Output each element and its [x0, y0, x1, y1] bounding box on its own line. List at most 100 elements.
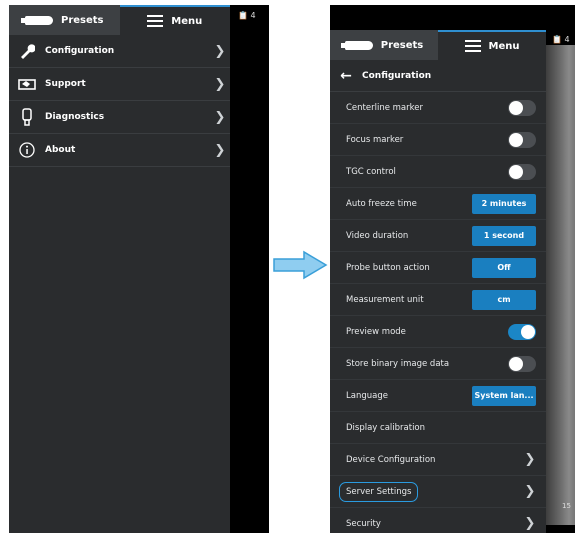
probe-icon [20, 15, 53, 25]
tab-presets-label: Presets [60, 14, 104, 26]
scanner-badge: 4 [250, 11, 256, 20]
setting-label-wrap: Auto freeze time [346, 199, 472, 209]
left-screen: Presets Menu Configuration ❯ Support ❯ D… [9, 5, 269, 533]
setting-label-wrap: Server Settings [339, 481, 520, 502]
probe-outline-icon [9, 108, 45, 126]
setting-row-tgc-control[interactable]: TGC control [330, 156, 546, 188]
wrench-icon [9, 43, 45, 59]
setting-row-security[interactable]: Security ❯ [330, 508, 546, 533]
setting-label-wrap: Measurement unit [346, 295, 472, 305]
chevron-right-icon: ❯ [524, 484, 536, 499]
setting-row-auto-freeze-time[interactable]: Auto freeze time 2 minutes [330, 188, 546, 220]
probe-icon [340, 40, 373, 50]
tab-menu[interactable]: Menu [119, 5, 230, 35]
scanner-badge: 4 [564, 35, 570, 44]
toggle-switch[interactable] [508, 99, 536, 116]
chevron-right-icon: ❯ [214, 76, 226, 92]
setting-row-store-binary-image-data[interactable]: Store binary image data [330, 348, 546, 380]
value-button[interactable]: Off [472, 257, 536, 278]
setting-label-wrap: Device Configuration [346, 455, 520, 465]
value-button[interactable]: cm [472, 289, 536, 310]
setting-label-wrap: Focus marker [346, 135, 508, 145]
right-screen: 📋 4 Presets Menu ← Configuration Centerl… [330, 5, 575, 533]
toggle-switch[interactable] [508, 323, 536, 340]
setting-label-wrap: Display calibration [346, 423, 546, 433]
setting-label-wrap: TGC control [346, 167, 508, 177]
tab-menu-label: Menu [171, 15, 203, 27]
tab-menu[interactable]: Menu [438, 30, 546, 60]
configuration-panel: Presets Menu ← Configuration Centerline … [330, 30, 546, 533]
chevron-right-icon: ❯ [214, 109, 226, 125]
setting-row-server-settings[interactable]: Server Settings ❯ [330, 476, 546, 508]
setting-row-device-configuration[interactable]: Device Configuration ❯ [330, 444, 546, 476]
setting-label-wrap: Security [346, 519, 520, 529]
hamburger-icon [464, 40, 481, 52]
setting-row-video-duration[interactable]: Video duration 1 second [330, 220, 546, 252]
setting-row-measurement-unit[interactable]: Measurement unit cm [330, 284, 546, 316]
setting-label: Language [346, 390, 388, 401]
scanner-indicator: 📋 4 [552, 35, 570, 44]
setting-label: Server Settings [339, 481, 419, 502]
setting-label: Focus marker [346, 134, 404, 145]
value-button[interactable]: 2 minutes [472, 193, 536, 214]
tab-presets[interactable]: Presets [9, 5, 120, 35]
setting-label: Display calibration [346, 422, 426, 433]
setting-row-probe-button-action[interactable]: Probe button action Off [330, 252, 546, 284]
chevron-right-icon: ❯ [214, 142, 226, 158]
scanner-indicator: 📋 4 [238, 11, 256, 20]
menu-item-label: Configuration [45, 46, 115, 56]
menu-item-about[interactable]: About ❯ [9, 134, 230, 167]
tab-bar: Presets Menu [9, 5, 230, 35]
setting-row-focus-marker[interactable]: Focus marker [330, 124, 546, 156]
chevron-right-icon: ❯ [524, 452, 536, 467]
setting-label: Preview mode [346, 326, 406, 337]
setting-label-wrap: Centerline marker [346, 103, 508, 113]
main-menu-panel: Presets Menu Configuration ❯ Support ❯ D… [9, 5, 230, 533]
support-icon [9, 77, 45, 91]
setting-label: Probe button action [346, 262, 430, 273]
setting-label: Centerline marker [346, 102, 423, 113]
setting-row-preview-mode[interactable]: Preview mode [330, 316, 546, 348]
toggle-switch[interactable] [508, 163, 536, 180]
ultrasound-image [545, 45, 575, 525]
setting-label-wrap: Video duration [346, 231, 472, 241]
clipboard-icon: 📋 [238, 11, 248, 20]
setting-label-wrap: Preview mode [346, 327, 508, 337]
tab-menu-label: Menu [488, 40, 520, 52]
clipboard-icon: 📋 [552, 35, 562, 44]
chevron-right-icon: ❯ [524, 516, 536, 531]
setting-row-language[interactable]: Language System lan... [330, 380, 546, 412]
toggle-switch[interactable] [508, 131, 536, 148]
depth-label: 15 [562, 502, 571, 510]
hamburger-icon [147, 15, 164, 27]
setting-label: TGC control [346, 166, 396, 177]
setting-label: Security [346, 518, 381, 529]
back-header[interactable]: ← Configuration [330, 60, 546, 92]
setting-label: Store binary image data [346, 358, 450, 369]
setting-label: Video duration [346, 230, 409, 241]
setting-label: Auto freeze time [346, 198, 417, 209]
tab-presets-label: Presets [380, 39, 424, 51]
back-arrow-icon[interactable]: ← [330, 68, 362, 84]
setting-label-wrap: Store binary image data [346, 359, 508, 369]
menu-item-label: Support [45, 79, 86, 89]
menu-item-diagnostics[interactable]: Diagnostics ❯ [9, 101, 230, 134]
tab-presets[interactable]: Presets [330, 30, 438, 60]
chevron-right-icon: ❯ [214, 43, 226, 59]
menu-item-configuration[interactable]: Configuration ❯ [9, 35, 230, 68]
menu-item-support[interactable]: Support ❯ [9, 68, 230, 101]
menu-item-label: About [45, 145, 76, 155]
setting-label: Device Configuration [346, 454, 436, 465]
value-button[interactable]: System lan... [472, 385, 536, 406]
setting-label: Measurement unit [346, 294, 424, 305]
setting-label-wrap: Probe button action [346, 263, 472, 273]
setting-row-centerline-marker[interactable]: Centerline marker [330, 92, 546, 124]
transition-arrow-icon [273, 250, 328, 280]
value-button[interactable]: 1 second [472, 225, 536, 246]
tab-bar: Presets Menu [330, 30, 546, 60]
setting-label-wrap: Language [346, 391, 472, 401]
page-title: Configuration [362, 70, 432, 81]
setting-row-display-calibration[interactable]: Display calibration [330, 412, 546, 444]
toggle-switch[interactable] [508, 355, 536, 372]
info-icon [9, 142, 45, 158]
